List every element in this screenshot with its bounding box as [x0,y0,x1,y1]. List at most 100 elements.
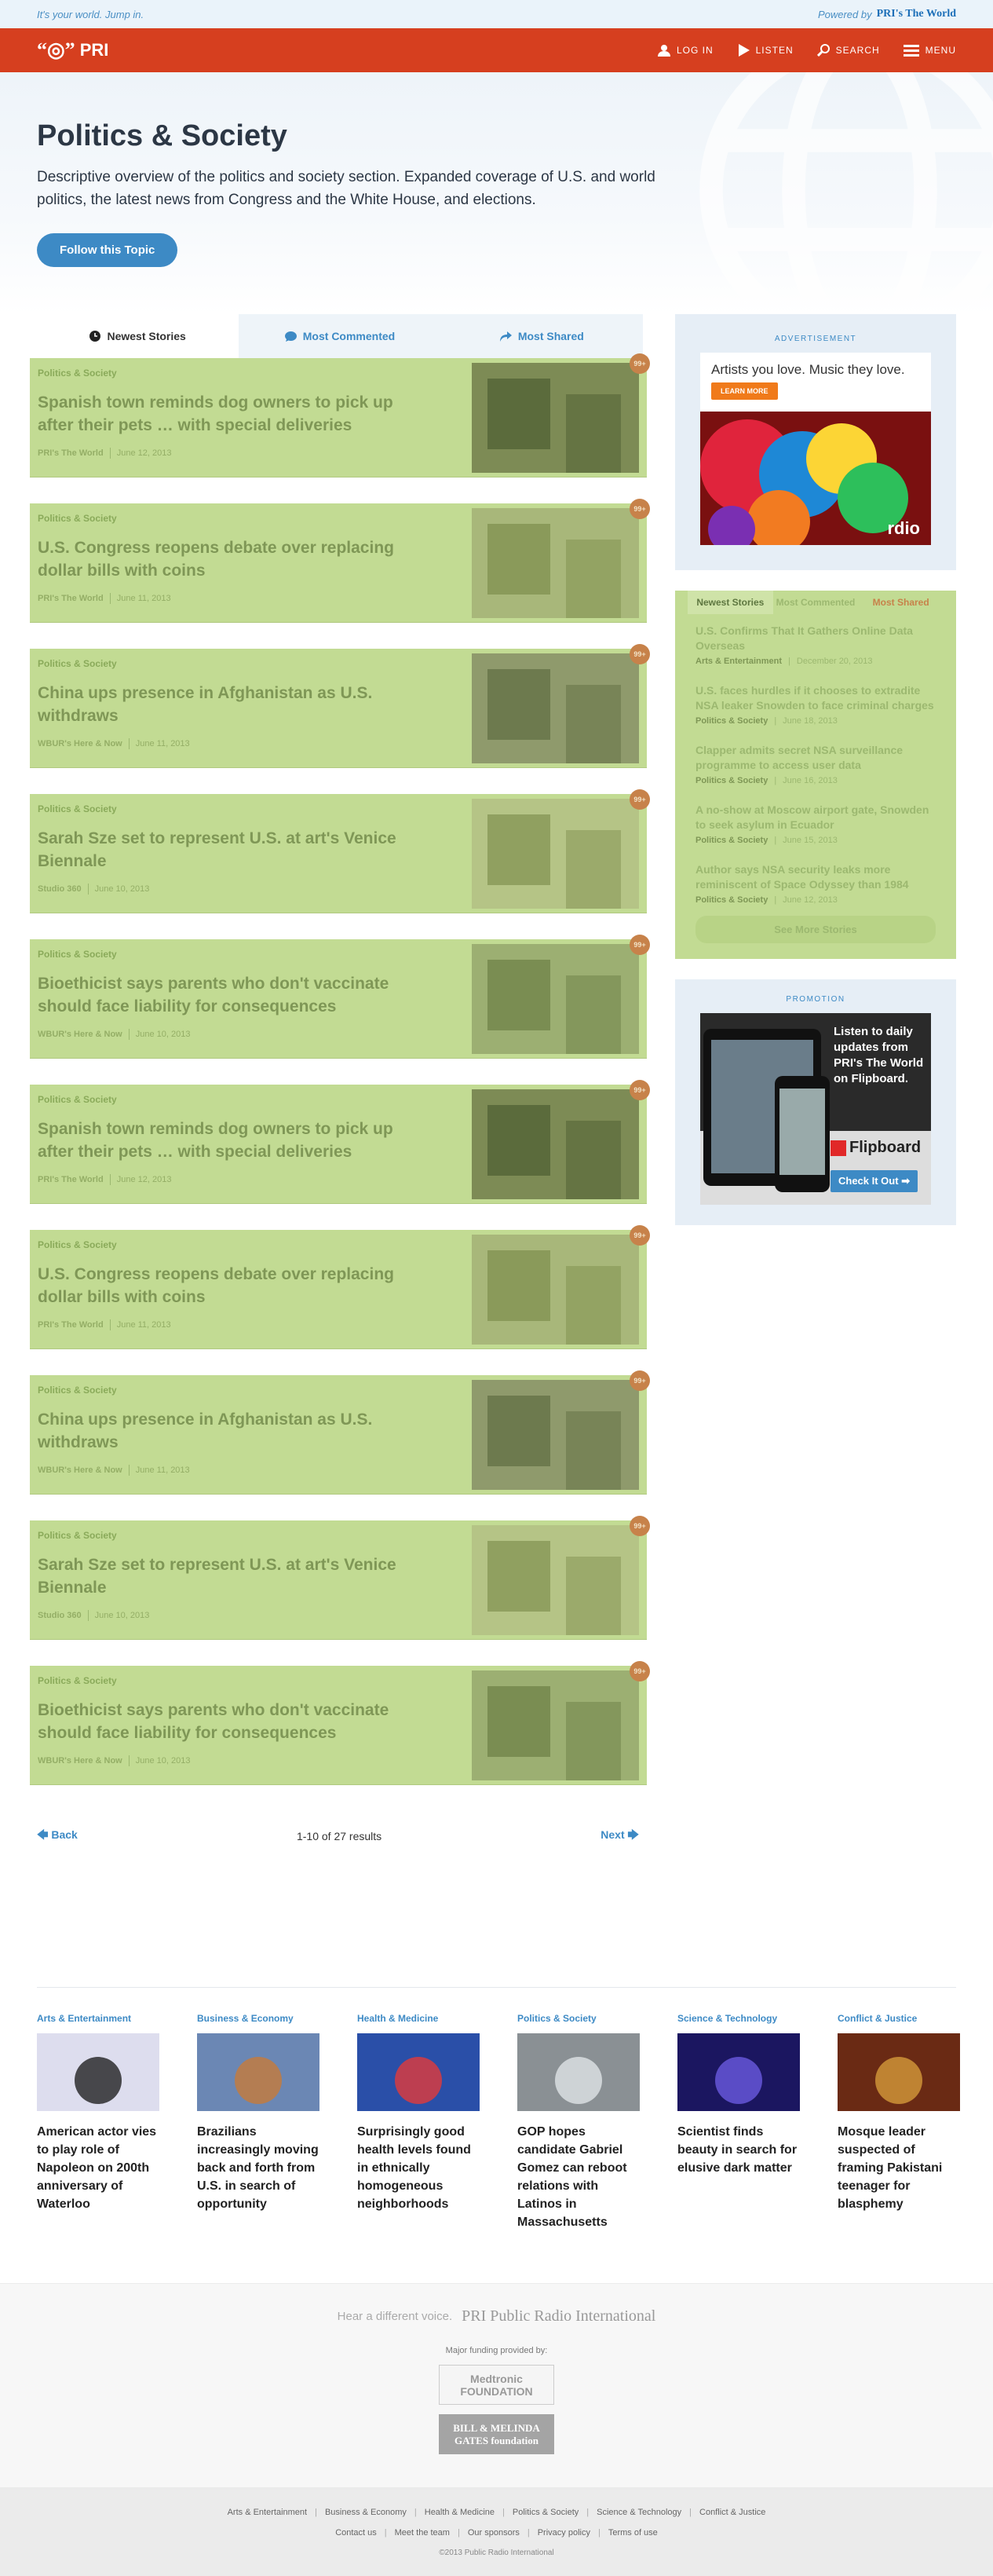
story-title[interactable]: Sarah Sze set to represent U.S. at art's… [38,827,430,873]
story-section[interactable]: Politics & Society [38,368,464,379]
footer-link[interactable]: Terms of use [608,2528,658,2538]
tab-most-commented[interactable]: Most Commented [239,314,441,358]
category-item[interactable]: Science & Technology Scientist finds bea… [677,2013,800,2231]
story-source[interactable]: PRI's The World [38,448,104,458]
category-thumbnail[interactable] [197,2033,319,2111]
sponsor-gates[interactable]: BILL & MELINDA GATES foundation [439,2414,554,2454]
popular-story-item[interactable]: U.S. faces hurdles if it chooses to extr… [688,674,944,726]
category-item[interactable]: Health & Medicine Surprisingly good heal… [357,2013,480,2231]
story-title[interactable]: U.S. Congress reopens debate over replac… [38,536,430,582]
search-button[interactable]: SEARCH [816,44,880,57]
comment-count-badge[interactable]: 99+ [630,935,650,955]
powered-by[interactable]: Powered by PRI's The World [818,8,956,20]
story-source[interactable]: PRI's The World [38,594,104,603]
category-label[interactable]: Politics & Society [517,2013,640,2024]
story-card[interactable]: Politics & Society U.S. Congress reopens… [30,1225,650,1349]
category-label[interactable]: Conflict & Justice [838,2013,960,2024]
category-story-title[interactable]: American actor vies to play role of Napo… [37,2123,159,2213]
story-card[interactable]: Politics & Society Bioethicist says pare… [30,935,650,1059]
story-section[interactable]: Politics & Society [38,658,464,669]
footer-link[interactable]: Contact us [335,2528,377,2538]
check-it-out-button[interactable]: Check It Out ➡ [831,1170,918,1192]
category-thumbnail[interactable] [37,2033,159,2111]
story-card[interactable]: Politics & Society Spanish town reminds … [30,1080,650,1204]
story-section[interactable]: Politics & Society [38,1239,464,1250]
story-source[interactable]: Studio 360 [38,884,82,894]
category-thumbnail[interactable] [517,2033,640,2111]
promo-banner[interactable]: Listen to daily updates from PRI's The W… [700,1013,931,1205]
comment-count-badge[interactable]: 99+ [630,499,650,519]
comment-count-badge[interactable]: 99+ [630,1225,650,1246]
story-card[interactable]: Politics & Society Sarah Sze set to repr… [30,1516,650,1640]
comment-count-badge[interactable]: 99+ [630,1080,650,1100]
story-title[interactable]: China ups presence in Afghanistan as U.S… [38,1408,430,1454]
story-thumbnail[interactable] [472,1525,639,1635]
category-story-title[interactable]: Mosque leader suspected of framing Pakis… [838,2123,960,2213]
story-thumbnail[interactable] [472,1235,639,1345]
widget-tab-most-commented[interactable]: Most Commented [773,591,859,614]
story-source[interactable]: WBUR's Here & Now [38,1465,122,1475]
story-source[interactable]: WBUR's Here & Now [38,1756,122,1766]
category-item[interactable]: Conflict & Justice Mosque leader suspect… [838,2013,960,2231]
story-section[interactable]: Politics & Society [38,949,464,960]
popular-story-title[interactable]: Author says NSA security leaks more remi… [695,862,936,892]
menu-button[interactable]: MENU [903,44,956,57]
listen-button[interactable]: LISTEN [737,44,794,57]
story-thumbnail[interactable] [472,653,639,763]
story-section[interactable]: Politics & Society [38,803,464,814]
footer-link[interactable]: Privacy policy [538,2528,590,2538]
category-thumbnail[interactable] [838,2033,960,2111]
footer-link[interactable]: Arts & Entertainment [228,2508,308,2517]
next-link[interactable]: Next 🡆 [601,1827,639,1846]
login-button[interactable]: LOG IN [657,44,714,57]
popular-story-item[interactable]: U.S. Confirms That It Gathers Online Dat… [688,614,944,666]
story-title[interactable]: U.S. Congress reopens debate over replac… [38,1263,430,1308]
comment-count-badge[interactable]: 99+ [630,789,650,810]
story-card[interactable]: Politics & Society Bioethicist says pare… [30,1661,650,1785]
footer-link[interactable]: Science & Technology [597,2508,681,2517]
story-section[interactable]: Politics & Society [38,1530,464,1541]
story-title[interactable]: Bioethicist says parents who don't vacci… [38,1699,430,1744]
story-section[interactable]: Politics & Society [38,513,464,524]
category-story-title[interactable]: Brazilians increasingly moving back and … [197,2123,319,2213]
follow-topic-button[interactable]: Follow this Topic [37,233,178,267]
pri-logo[interactable]: “◎” PRI [37,38,108,62]
footer-link[interactable]: Our sponsors [468,2528,520,2538]
comment-count-badge[interactable]: 99+ [630,644,650,664]
category-story-title[interactable]: Surprisingly good health levels found in… [357,2123,480,2213]
story-section[interactable]: Politics & Society [38,1094,464,1105]
widget-tab-most-shared[interactable]: Most Shared [858,591,944,614]
category-story-title[interactable]: Scientist finds beauty in search for elu… [677,2123,800,2177]
category-label[interactable]: Business & Economy [197,2013,319,2024]
tab-most-shared[interactable]: Most Shared [440,314,643,358]
story-title[interactable]: Spanish town reminds dog owners to pick … [38,391,430,437]
popular-story-section[interactable]: Politics & Society [695,895,768,905]
story-thumbnail[interactable] [472,1089,639,1199]
category-label[interactable]: Arts & Entertainment [37,2013,159,2024]
story-source[interactable]: WBUR's Here & Now [38,1030,122,1039]
story-source[interactable]: PRI's The World [38,1175,104,1184]
widget-tab-newest[interactable]: Newest Stories [688,591,773,614]
category-thumbnail[interactable] [357,2033,480,2111]
category-label[interactable]: Science & Technology [677,2013,800,2024]
sponsor-medtronic[interactable]: Medtronic FOUNDATION [439,2365,554,2405]
back-link[interactable]: 🡄 Back [37,1827,78,1846]
story-thumbnail[interactable] [472,799,639,909]
story-title[interactable]: Spanish town reminds dog owners to pick … [38,1118,430,1163]
story-card[interactable]: Politics & Society China ups presence in… [30,644,650,768]
footer-link[interactable]: Conflict & Justice [699,2508,765,2517]
popular-story-section[interactable]: Politics & Society [695,776,768,785]
popular-story-item[interactable]: A no-show at Moscow airport gate, Snowde… [688,793,944,845]
pri-footer-logo[interactable]: PRI Public Radio International [462,2307,655,2325]
tab-newest[interactable]: Newest Stories [37,314,239,358]
see-more-button[interactable]: See More Stories [695,916,936,943]
story-thumbnail[interactable] [472,363,639,473]
story-card[interactable]: Politics & Society China ups presence in… [30,1370,650,1495]
popular-story-item[interactable]: Author says NSA security leaks more remi… [688,853,944,905]
story-card[interactable]: Politics & Society U.S. Congress reopens… [30,499,650,623]
popular-story-section[interactable]: Arts & Entertainment [695,657,782,666]
story-thumbnail[interactable] [472,1380,639,1490]
footer-link[interactable]: Business & Economy [325,2508,407,2517]
story-thumbnail[interactable] [472,508,639,618]
category-item[interactable]: Arts & Entertainment American actor vies… [37,2013,159,2231]
